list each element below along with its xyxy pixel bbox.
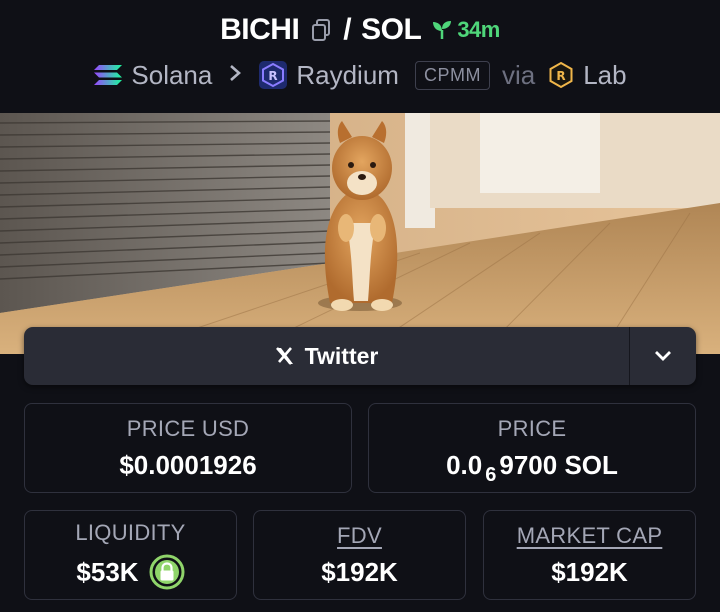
launchpad-link[interactable]: Lab: [583, 60, 626, 91]
svg-text:R: R: [557, 69, 566, 83]
solana-icon: [93, 63, 123, 87]
fdv-label[interactable]: FDV: [337, 523, 382, 549]
price-usd-label: PRICE USD: [126, 415, 250, 441]
price-native-card: PRICE 0.0 6 9700 SOL: [368, 403, 696, 493]
raydium-icon: R: [258, 60, 288, 90]
seedling-icon: [431, 19, 453, 41]
chain-link[interactable]: Solana: [131, 60, 212, 91]
twitter-button[interactable]: Twitter: [24, 327, 629, 385]
pair-breadcrumb: Solana R Raydium CPMM via R Lab: [0, 58, 720, 92]
lock-icon[interactable]: [149, 554, 185, 590]
liquidity-label: LIQUIDITY: [75, 520, 186, 545]
market-cap-card: MARKET CAP $192K: [483, 510, 696, 600]
token-banner-image: [0, 113, 720, 354]
fdv-value: $192K: [321, 556, 398, 587]
liquidity-value: $53K: [76, 556, 139, 587]
chevron-down-icon: [654, 350, 672, 362]
pair-age-value: 34m: [457, 17, 500, 42]
price-native-zero-count: 6: [485, 463, 497, 486]
price-native-value: 0.0 6 9700 SOL: [446, 449, 618, 486]
pair-title: BICHI / SOL 34m: [0, 12, 720, 48]
market-cap-value: $192K: [551, 556, 628, 587]
pair-age: 34m: [431, 17, 500, 43]
liquidity-value-row: $53K: [76, 554, 185, 590]
price-usd-value: $0.0001926: [119, 449, 257, 480]
more-links-button[interactable]: [629, 327, 696, 385]
pool-type-badge: CPMM: [414, 60, 490, 90]
pair-header: BICHI / SOL 34m Solana R Raydium CPMM vi…: [0, 0, 720, 113]
price-native-prefix: 0.0: [446, 449, 483, 480]
market-cap-label[interactable]: MARKET CAP: [517, 523, 663, 549]
price-native-suffix: 9700 SOL: [499, 449, 618, 480]
fdv-card: FDV $192K: [253, 510, 466, 600]
via-label: via: [501, 59, 536, 90]
social-links-bar: Twitter: [24, 327, 696, 385]
pair-separator: /: [343, 13, 352, 46]
svg-text:R: R: [269, 69, 278, 83]
copy-icon[interactable]: [309, 18, 333, 42]
quote-token-symbol: SOL: [361, 13, 422, 46]
raydium-launchlab-icon: R: [547, 61, 575, 89]
twitter-label: Twitter: [304, 342, 379, 369]
chevron-right-icon: [228, 62, 242, 88]
liquidity-card: LIQUIDITY $53K: [24, 510, 237, 600]
x-logo-icon: [275, 346, 295, 366]
base-token-symbol: BICHI: [220, 13, 300, 46]
dex-link[interactable]: Raydium: [296, 60, 399, 91]
price-native-label: PRICE: [497, 415, 567, 441]
price-usd-card: PRICE USD $0.0001926: [24, 403, 352, 493]
